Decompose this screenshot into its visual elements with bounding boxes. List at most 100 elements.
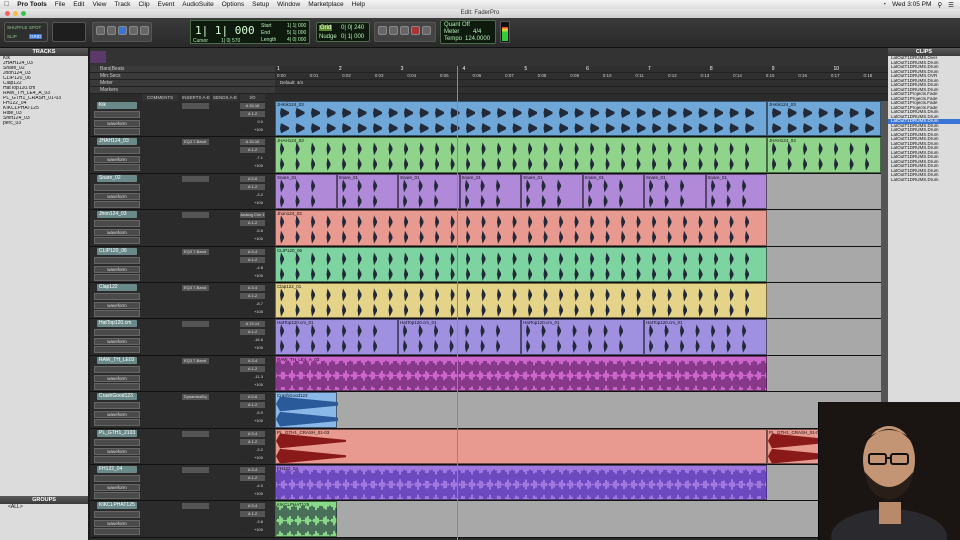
pan-value[interactable]: +100 [240,418,265,425]
input-selector[interactable]: A 3-4 [240,285,265,291]
audio-clip[interactable]: FH122_04 [275,465,767,501]
group-item-all[interactable]: <ALL> [0,504,88,510]
track-lane[interactable]: KIKCLPHAT125 [275,501,881,537]
track-name[interactable]: Clap122 [97,284,137,291]
input-selector[interactable]: A 3-4 [240,248,265,255]
end-value[interactable]: 5| 1| 000 [287,30,306,36]
track-name[interactable]: RAW_TH_LE03 [97,356,137,364]
length-value[interactable]: 4| 0| 000 [287,37,306,43]
audio-clip[interactable]: Snare_01 [521,173,583,210]
fast-forward-button[interactable] [422,26,431,35]
audio-clip[interactable]: CLIP120_06 [275,246,767,282]
track-name[interactable]: Snare_02 [97,174,137,182]
zoomer-tool-button[interactable] [96,26,105,35]
track-timebase[interactable] [94,382,140,390]
output-selector[interactable]: A 1-2 [240,111,265,117]
track-controls[interactable] [94,475,140,482]
output-selector[interactable]: A 1-2 [240,256,265,263]
column-header[interactable]: COMMENTS [142,94,178,101]
quantize-value[interactable]: Quant Off [444,22,470,28]
waveform-view-selector[interactable]: waveform [94,338,140,346]
scrubber-tool-button[interactable] [140,26,149,35]
pan-value[interactable]: +100 [240,491,265,497]
track-timebase[interactable] [94,237,140,245]
record-button[interactable] [411,26,420,35]
input-selector[interactable]: A 15-16 [240,103,265,109]
output-selector[interactable]: A 1-2 [240,511,265,518]
input-selector[interactable]: A 3-4 [240,467,265,473]
volume-value[interactable]: -16.6 [240,337,265,344]
insert-slot[interactable] [182,503,209,510]
audio-clip[interactable]: HatTop120.cm_01 [644,319,767,355]
apple-icon[interactable]:  [4,1,9,8]
output-selector[interactable]: A 1-2 [240,293,265,299]
output-selector[interactable]: A 1-2 [240,402,265,409]
menu-edit[interactable]: Edit [73,1,84,8]
waveform-view-selector[interactable]: waveform [94,120,140,127]
track-controls[interactable] [94,511,140,519]
column-header[interactable]: SENDS A-E [212,94,238,101]
output-selector[interactable]: A 1-2 [240,475,265,481]
volume-value[interactable]: -11.3 [240,373,265,380]
input-selector[interactable]: A 15-16 [240,139,265,146]
grid-value[interactable]: 0| 0| 240 [341,25,364,31]
waveform-view-selector[interactable]: waveform [94,484,140,491]
audio-clip[interactable]: CrashGood123 [275,392,338,428]
track-name[interactable]: PL_GTH1_2103 [97,429,137,437]
track-name[interactable]: KIKCLPHAT125 [97,502,137,510]
track-lane[interactable]: Snare_01 Snare_01 Snare_01 Snare_01 Snare_01… [275,173,881,210]
pan-value[interactable]: +100 [240,454,265,461]
input-selector[interactable]: A 5-6 [240,394,265,401]
ruler-lane[interactable] [275,87,888,94]
waveform-view-selector[interactable]: waveform [94,192,140,200]
insert-slot[interactable] [182,430,209,437]
audio-clip[interactable]: JHKik124_03 [767,101,881,137]
zoom-window-button[interactable] [21,11,26,16]
volume-value[interactable]: -4.8 [240,264,265,271]
volume-value[interactable]: -5.6 [240,228,265,235]
ruler-lane[interactable] [275,73,888,80]
track-lane[interactable]: PL_GTH1_CRASH_01-03 PL_GTH1_CRASH_01-03 [275,428,881,464]
waveform-view-selector[interactable]: waveform [94,229,140,237]
track-controls[interactable] [94,402,140,410]
selector-tool-button[interactable] [118,26,127,35]
track-lane[interactable]: JHAH124_03 JHAH124_03 [275,137,881,173]
volume-value[interactable]: -5.0 [240,410,265,417]
ruler-lane[interactable] [275,66,888,73]
insert-slot[interactable] [182,467,209,473]
volume-value[interactable]: -7.1 [240,155,265,162]
insert-slot[interactable]: EQ3 7-Band [182,357,209,364]
slip-mode-button[interactable]: SLIP [7,34,17,39]
output-selector[interactable]: A 1-2 [240,183,265,190]
column-header[interactable]: INSERTS A-E [182,94,210,101]
volume-value[interactable]: -3.2 [240,191,265,198]
input-selector[interactable]: A 3-4 [240,357,265,364]
pan-value[interactable]: +100 [240,345,265,352]
pan-value[interactable]: +100 [240,163,265,170]
menu-options[interactable]: Options [222,1,244,8]
meter-value[interactable]: 4/4 [473,29,481,35]
track-timebase[interactable] [94,310,140,317]
track-lane[interactable]: JHKik124_03 JHKik124_03 [275,101,881,137]
waveform-view-selector[interactable]: waveform [94,156,140,164]
menu-marketplace[interactable]: Marketplace [308,1,343,8]
menu-help[interactable]: Help [352,1,365,8]
output-selector[interactable]: A 1-2 [240,438,265,445]
track-name[interactable]: CLIP120_06 [97,247,137,255]
track-timebase[interactable] [94,273,140,281]
pan-value[interactable]: +100 [240,236,265,243]
insert-slot[interactable]: EQ3 7-Band [182,139,209,146]
rewind-button[interactable] [378,26,387,35]
menu-setup[interactable]: Setup [252,1,269,8]
insert-slot[interactable] [182,103,209,109]
menu-clip[interactable]: Clip [138,1,149,8]
waveform-view-selector[interactable]: waveform [94,302,140,309]
close-window-button[interactable] [5,11,10,16]
insert-slot[interactable] [182,212,209,219]
waveform-view-selector[interactable]: waveform [94,520,140,528]
clip-list-item[interactable]: LatOutT1DRUMS.Drum [888,178,960,183]
menu-view[interactable]: View [92,1,106,8]
audio-clip[interactable]: Snare_01 [582,173,644,210]
start-value[interactable]: 1| 1| 000 [287,23,306,29]
track-lane[interactable]: RAW_TH_LE4_A_03 [275,355,881,392]
